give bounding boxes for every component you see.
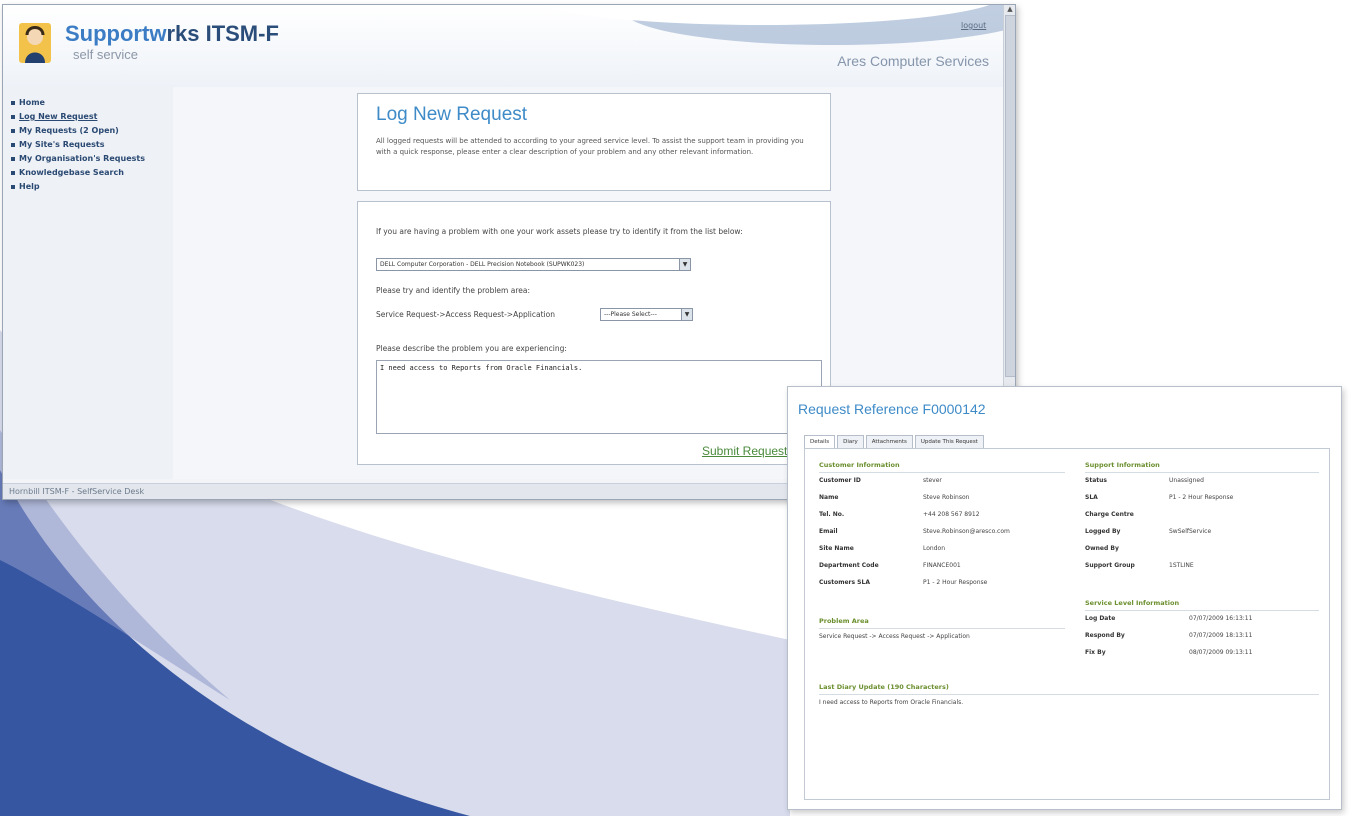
sidebar-item-my-requests[interactable]: My Requests (2 Open) (11, 126, 173, 135)
field-value: 08/07/2009 09:13:11 (1189, 649, 1253, 656)
sidebar-item-help[interactable]: Help (11, 182, 173, 191)
field-label: Fix By (1085, 649, 1106, 656)
details-tab-content: Customer Information Customer ID stever … (804, 448, 1330, 800)
sidebar-item-knowledgebase-search[interactable]: Knowledgebase Search (11, 168, 173, 177)
field-label: Email (819, 528, 838, 535)
field-label: Status (1085, 477, 1107, 484)
describe-prompt: Please describe the problem you are expe… (376, 344, 567, 353)
customer-info-heading: Customer Information (819, 461, 900, 469)
divider (1085, 610, 1319, 611)
asset-select[interactable]: DELL Computer Corporation - DELL Precisi… (376, 258, 691, 271)
field-label: SLA (1085, 494, 1098, 501)
detail-tabs: Details Diary Attachments Update This Re… (804, 435, 986, 448)
problem-area-heading: Problem Area (819, 617, 869, 625)
request-detail-panel: Request Reference F0000142 Details Diary… (787, 386, 1342, 810)
problem-area-select-value: ---Please Select--- (604, 311, 657, 318)
field-label: Owned By (1085, 545, 1119, 552)
field-value: Unassigned (1169, 477, 1204, 484)
submit-request-button[interactable]: Submit Request (702, 444, 787, 458)
field-label: Department Code (819, 562, 879, 569)
service-level-heading: Service Level Information (1085, 599, 1180, 607)
page-title: Log New Request (376, 104, 528, 125)
company-name: Ares Computer Services (837, 53, 989, 69)
chevron-down-icon: ▼ (681, 309, 692, 320)
field-value: 07/07/2009 18:13:11 (1189, 632, 1253, 639)
area-prompt: Please try and identify the problem area… (376, 286, 530, 295)
sidebar-item-home[interactable]: Home (11, 98, 173, 107)
field-value: P1 - 2 Hour Response (923, 579, 988, 586)
area-path: Service Request->Access Request->Applica… (376, 310, 555, 319)
problem-area-select[interactable]: ---Please Select--- ▼ (600, 308, 693, 321)
tab-details[interactable]: Details (804, 435, 836, 448)
header: Supportwrks ITSM-F self service logout A… (3, 5, 1015, 88)
field-label: Site Name (819, 545, 854, 552)
field-value: 07/07/2009 16:13:11 (1189, 615, 1253, 622)
field-value: London (923, 545, 945, 552)
field-value: Steve.Robinson@aresco.com (923, 528, 1010, 535)
sidebar-item-log-new-request[interactable]: Log New Request (11, 112, 173, 121)
tab-update-this-request[interactable]: Update This Request (914, 435, 984, 448)
divider (1085, 472, 1319, 473)
field-label: Customer ID (819, 477, 861, 484)
tab-diary[interactable]: Diary (837, 435, 864, 448)
support-agent-icon (19, 23, 51, 63)
last-diary-update-heading: Last Diary Update (190 Characters) (819, 683, 949, 691)
field-label: Charge Centre (1085, 511, 1134, 518)
field-value: SwSelfService (1169, 528, 1212, 535)
field-value: FINANCE001 (923, 562, 961, 569)
request-reference-title: Request Reference F0000142 (798, 401, 986, 417)
field-value: Steve Robinson (923, 494, 970, 501)
sidebar-nav: Home Log New Request My Requests (2 Open… (3, 87, 173, 191)
chevron-down-icon: ▼ (679, 259, 690, 270)
scroll-up-icon[interactable]: ▲ (1005, 5, 1015, 14)
sidebar-item-my-organisations-requests[interactable]: My Organisation's Requests (11, 154, 173, 163)
brand-part2: rks ITSM-F (166, 21, 279, 46)
brand-subtitle: self service (73, 47, 139, 62)
field-label: Customers SLA (819, 579, 870, 586)
logout-link[interactable]: logout (961, 21, 986, 30)
sidebar: Home Log New Request My Requests (2 Open… (3, 87, 174, 479)
field-label: Logged By (1085, 528, 1121, 535)
tab-attachments[interactable]: Attachments (865, 435, 913, 448)
description-textarea[interactable]: I need access to Reports from Oracle Fin… (376, 360, 822, 434)
brand-part1: Supportw (65, 21, 167, 46)
intro-text: All logged requests will be attended to … (376, 137, 804, 156)
divider (819, 694, 1319, 695)
field-value: stever (923, 477, 942, 484)
field-label: Name (819, 494, 839, 501)
asset-prompt: If you are having a problem with one you… (376, 227, 743, 236)
request-form: If you are having a problem with one you… (357, 201, 831, 465)
field-value: +44 208 567 8912 (923, 511, 980, 518)
divider (819, 472, 1065, 473)
divider (819, 628, 1065, 629)
log-request-intro-box: Log New Request All logged requests will… (357, 93, 831, 191)
sidebar-item-my-sites-requests[interactable]: My Site's Requests (11, 140, 173, 149)
support-info-heading: Support Information (1085, 461, 1160, 469)
asset-select-value: DELL Computer Corporation - DELL Precisi… (380, 261, 585, 268)
field-value: P1 - 2 Hour Response (1169, 494, 1234, 501)
brand-title: Supportwrks ITSM-F (65, 21, 279, 47)
field-label: Tel. No. (819, 511, 845, 518)
last-diary-update-value: I need access to Reports from Oracle Fin… (819, 699, 964, 706)
scroll-thumb[interactable] (1005, 15, 1015, 377)
problem-area-value: Service Request -> Access Request -> App… (819, 633, 970, 640)
field-label: Log Date (1085, 615, 1116, 622)
field-label: Respond By (1085, 632, 1125, 639)
field-value: 1STLINE (1169, 562, 1194, 569)
field-label: Support Group (1085, 562, 1135, 569)
